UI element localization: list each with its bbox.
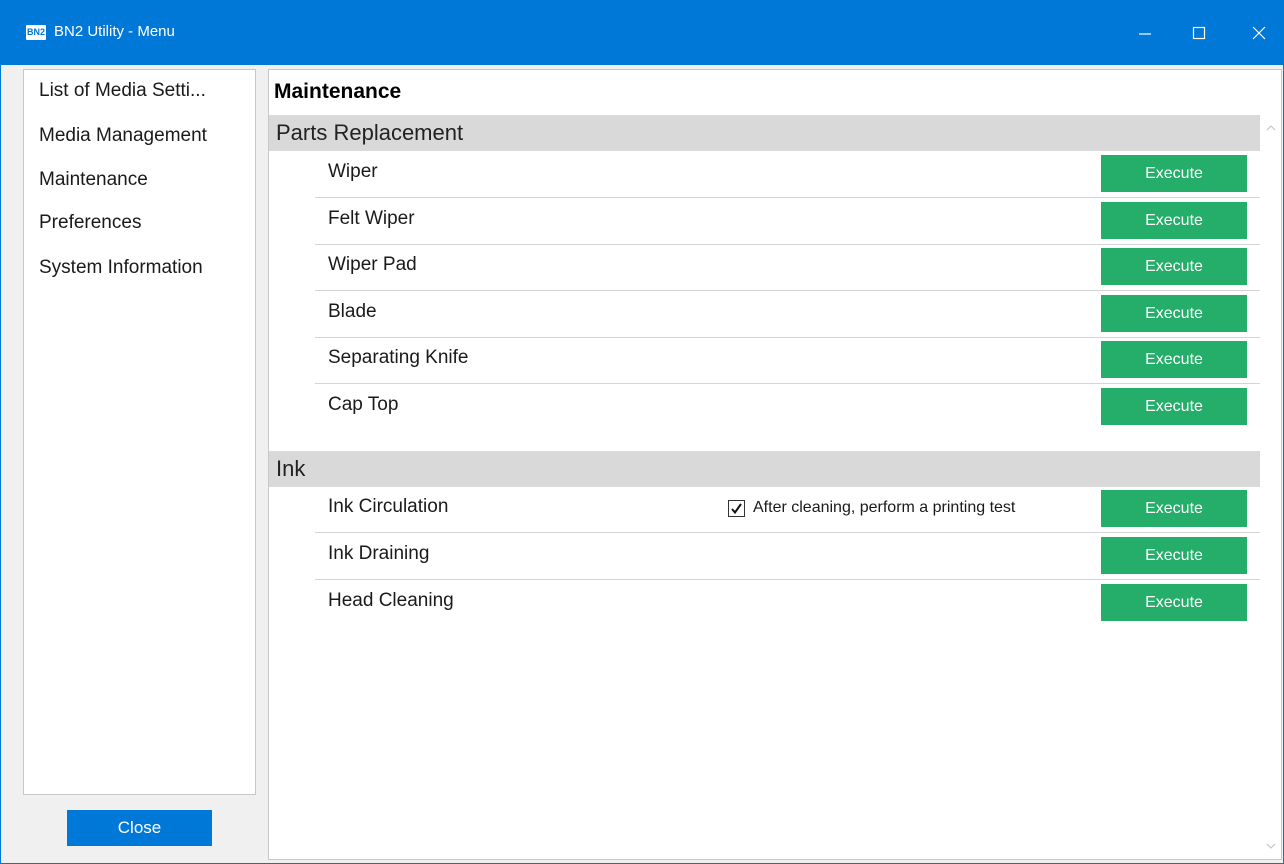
list-item: Cap Top Execute <box>315 384 1260 431</box>
row-label: Wiper <box>328 161 378 182</box>
close-icon <box>1252 26 1266 40</box>
checkbox-label: After cleaning, perform a printing test <box>753 499 1016 516</box>
checkmark-icon <box>731 502 742 514</box>
maximize-icon <box>1192 26 1206 40</box>
list-item: Felt Wiper Execute <box>315 198 1260 245</box>
sidebar-item-list-of-media-settings[interactable]: List of Media Setti... <box>39 77 206 105</box>
app-icon: BN2 <box>26 25 46 40</box>
window-title: BN2 Utility - Menu <box>54 23 175 40</box>
execute-button-ink-draining[interactable]: Execute <box>1101 537 1247 574</box>
list-item: Head Cleaning Execute <box>315 580 1260 627</box>
row-label: Cap Top <box>328 394 399 415</box>
execute-button-cap-top[interactable]: Execute <box>1101 388 1247 425</box>
scroll-up-button[interactable] <box>1264 123 1277 133</box>
sidebar-item-maintenance[interactable]: Maintenance <box>39 166 148 194</box>
printing-test-checkbox[interactable]: After cleaning, perform a printing test <box>728 497 1015 519</box>
page-title: Maintenance <box>274 80 402 103</box>
close-button[interactable]: Close <box>67 810 212 846</box>
scroll-up-icon <box>1266 125 1275 131</box>
list-item: Ink Circulation After cleaning, perform … <box>315 486 1260 533</box>
row-label: Separating Knife <box>328 347 469 368</box>
row-label: Head Cleaning <box>328 590 454 611</box>
main-panel: Maintenance Parts Replacement Wiper Exec… <box>268 69 1282 860</box>
minimize-button[interactable] <box>1117 1 1173 65</box>
maximize-button[interactable] <box>1171 1 1227 65</box>
execute-button-blade[interactable]: Execute <box>1101 295 1247 332</box>
scroll-down-button[interactable] <box>1264 841 1277 851</box>
scroll-down-icon <box>1266 843 1275 849</box>
execute-button-wiper-pad[interactable]: Execute <box>1101 248 1247 285</box>
section-header-parts-replacement: Parts Replacement <box>269 115 1260 151</box>
app-window: BN2 BN2 Utility - Menu List of Media Set… <box>0 0 1284 864</box>
sidebar-item-media-management[interactable]: Media Management <box>39 122 207 150</box>
vertical-scrollbar[interactable] <box>1260 115 1281 859</box>
execute-button-wiper[interactable]: Execute <box>1101 155 1247 192</box>
list-item: Ink Draining Execute <box>315 533 1260 580</box>
close-window-button[interactable] <box>1235 1 1283 65</box>
execute-button-ink-circulation[interactable]: Execute <box>1101 490 1247 527</box>
execute-button-felt-wiper[interactable]: Execute <box>1101 202 1247 239</box>
execute-button-head-cleaning[interactable]: Execute <box>1101 584 1247 621</box>
row-label: Ink Circulation <box>328 496 449 517</box>
sidebar-item-preferences[interactable]: Preferences <box>39 209 141 237</box>
sidebar-nav: List of Media Setti... Media Management … <box>23 69 256 795</box>
list-item: Wiper Execute <box>315 151 1260 198</box>
row-label: Wiper Pad <box>328 254 417 275</box>
list-item: Wiper Pad Execute <box>315 244 1260 291</box>
minimize-icon <box>1139 33 1151 35</box>
sidebar-item-system-information[interactable]: System Information <box>39 254 203 282</box>
checkbox-box[interactable] <box>728 499 745 517</box>
list-item: Separating Knife Execute <box>315 337 1260 384</box>
list-item: Blade Execute <box>315 291 1260 338</box>
title-bar: BN2 BN2 Utility - Menu <box>1 1 1283 65</box>
row-label: Blade <box>328 301 377 322</box>
row-label: Felt Wiper <box>328 208 415 229</box>
section-header-ink: Ink <box>269 451 1260 487</box>
row-label: Ink Draining <box>328 543 430 564</box>
execute-button-separating-knife[interactable]: Execute <box>1101 341 1247 378</box>
